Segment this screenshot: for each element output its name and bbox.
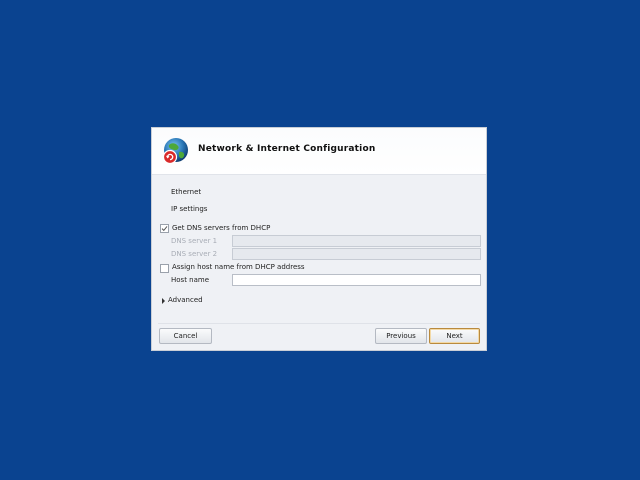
cancel-button[interactable]: Cancel bbox=[159, 328, 212, 344]
dns-server-1-field[interactable] bbox=[232, 235, 481, 254]
host-name-input[interactable] bbox=[233, 283, 480, 293]
host-name-label: Host name bbox=[171, 276, 210, 284]
dns-server-2-label: DNS server 2 bbox=[171, 250, 218, 258]
network-config-dialog: Network & Internet Configuration Etherne… bbox=[151, 127, 487, 351]
expand-triangle-icon[interactable] bbox=[162, 298, 165, 304]
assign-hostname-from-dhcp-label[interactable]: Assign host name from DHCP address bbox=[172, 263, 305, 271]
dns-server-2-field[interactable] bbox=[232, 248, 481, 267]
network-globe-icon bbox=[162, 138, 188, 165]
dns-server-1-label: DNS server 1 bbox=[171, 237, 218, 245]
checkmark-icon bbox=[161, 226, 168, 232]
footer-separator bbox=[158, 323, 480, 324]
dialog-header: Network & Internet Configuration bbox=[152, 128, 486, 175]
dialog-title: Network & Internet Configuration bbox=[198, 144, 376, 154]
previous-button[interactable]: Previous bbox=[375, 328, 427, 344]
ethernet-label: Ethernet bbox=[171, 188, 202, 196]
desktop-background: Network & Internet Configuration Etherne… bbox=[0, 0, 640, 480]
assign-hostname-from-dhcp-checkbox[interactable] bbox=[160, 264, 169, 273]
get-dns-from-dhcp-checkbox[interactable] bbox=[160, 224, 169, 233]
host-name-field[interactable] bbox=[232, 274, 481, 293]
advanced-expander[interactable]: Advanced bbox=[168, 296, 203, 304]
next-button[interactable]: Next bbox=[429, 328, 480, 344]
ip-settings-label: IP settings bbox=[171, 205, 208, 213]
get-dns-from-dhcp-label[interactable]: Get DNS servers from DHCP bbox=[172, 224, 270, 232]
